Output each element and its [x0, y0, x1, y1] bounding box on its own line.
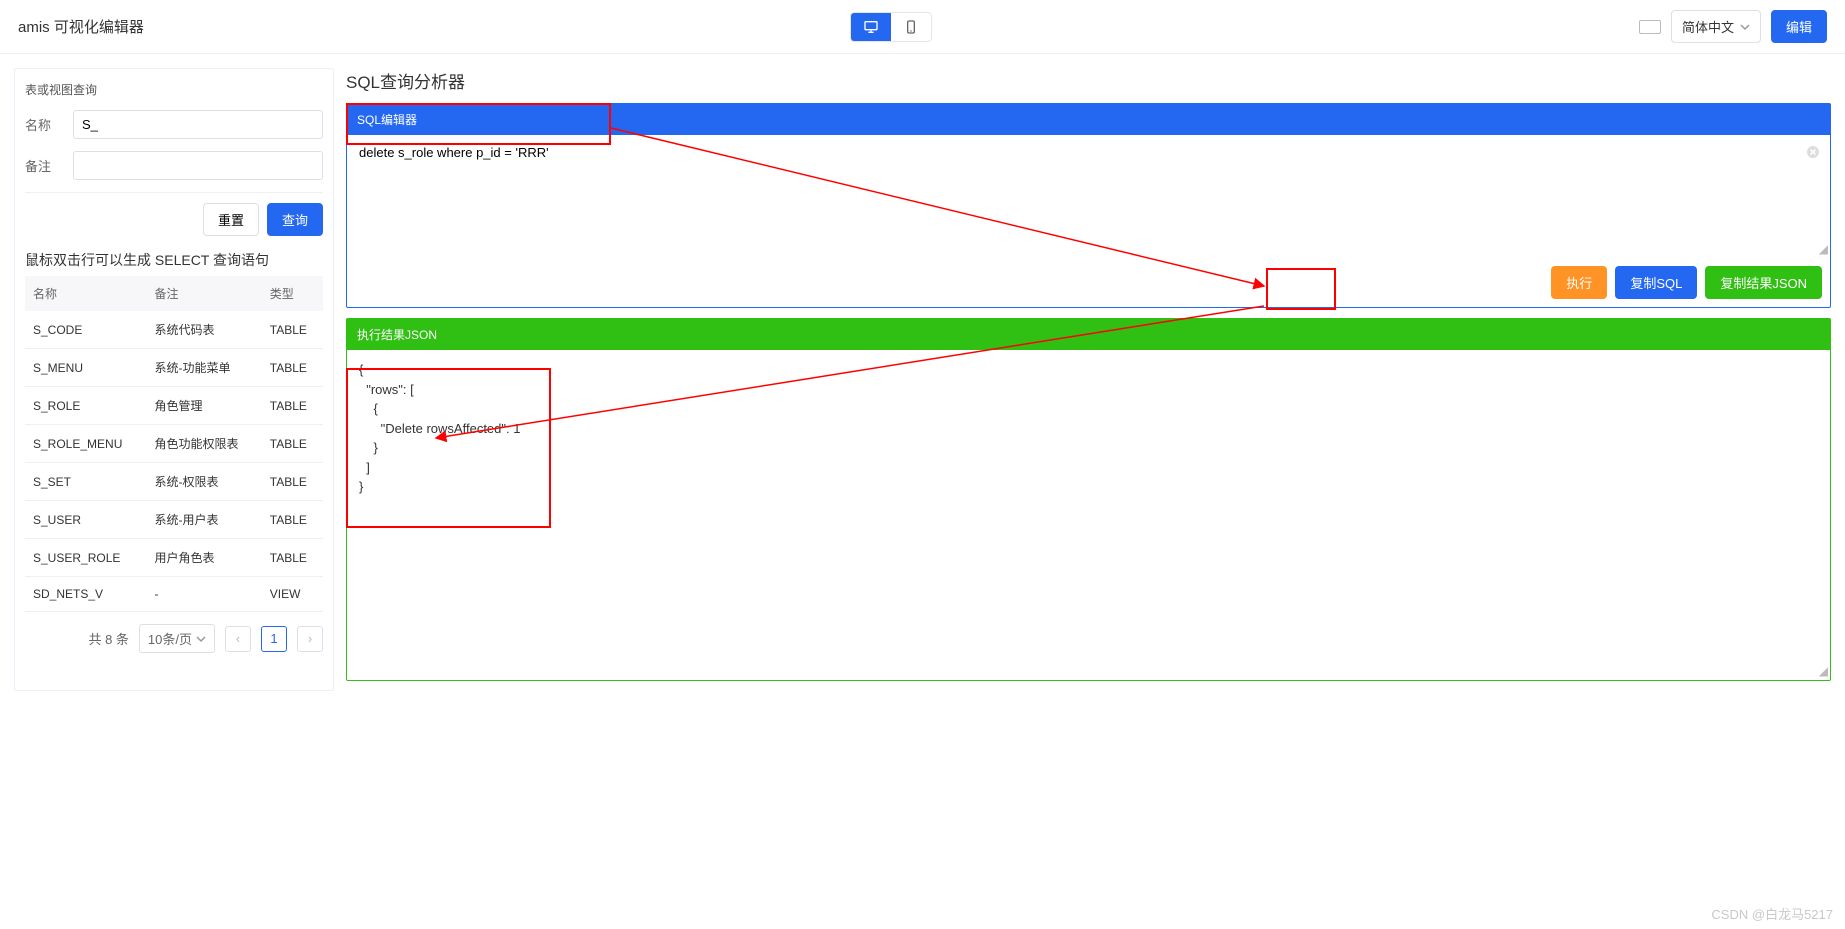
cell-name: S_ROLE: [25, 387, 146, 425]
tables-list: 名称 备注 类型 S_CODE系统代码表TABLES_MENU系统-功能菜单TA…: [25, 276, 323, 612]
table-row[interactable]: S_CODE系统代码表TABLE: [25, 311, 323, 349]
cell-remark: 用户角色表: [146, 539, 261, 577]
cell-remark: 系统-用户表: [146, 501, 261, 539]
cell-name: S_ROLE_MENU: [25, 425, 146, 463]
cell-remark: 系统-权限表: [146, 463, 261, 501]
cell-remark: 角色功能权限表: [146, 425, 261, 463]
cell-name: S_CODE: [25, 311, 146, 349]
sql-editor-header: SQL编辑器: [347, 104, 1830, 135]
chevron-down-icon: [1740, 22, 1750, 32]
table-row[interactable]: S_USER_ROLE用户角色表TABLE: [25, 539, 323, 577]
main: SQL查询分析器 SQL编辑器 ◢ 执行 复制SQL 复制结果JSON 执行结果…: [346, 68, 1831, 691]
cell-remark: 系统-功能菜单: [146, 349, 261, 387]
table-row[interactable]: S_ROLE_MENU角色功能权限表TABLE: [25, 425, 323, 463]
sidebar-buttons: 重置 查询: [25, 192, 323, 236]
page-size-label: 10条/页: [148, 629, 192, 648]
copy-sql-button[interactable]: 复制SQL: [1615, 266, 1697, 299]
mobile-icon: [903, 19, 919, 35]
keyboard-icon[interactable]: [1639, 20, 1661, 34]
name-input[interactable]: [73, 110, 323, 139]
page-size-selector[interactable]: 10条/页: [139, 624, 215, 653]
cell-type: TABLE: [262, 387, 323, 425]
cell-type: TABLE: [262, 425, 323, 463]
query-button[interactable]: 查询: [267, 203, 323, 236]
remark-label: 备注: [25, 156, 73, 175]
name-label: 名称: [25, 115, 73, 134]
monitor-icon: [863, 19, 879, 35]
remark-input[interactable]: [73, 151, 323, 180]
col-type: 类型: [262, 276, 323, 311]
sql-area: ◢: [347, 135, 1830, 258]
sql-editor-panel: SQL编辑器 ◢ 执行 复制SQL 复制结果JSON: [346, 103, 1831, 308]
cell-type: TABLE: [262, 539, 323, 577]
topbar: amis 可视化编辑器 简体中文 编辑: [0, 0, 1845, 54]
reset-button[interactable]: 重置: [203, 203, 259, 236]
cell-name: S_USER_ROLE: [25, 539, 146, 577]
col-remark: 备注: [146, 276, 261, 311]
cell-type: TABLE: [262, 463, 323, 501]
remark-row: 备注: [25, 151, 323, 180]
topbar-right: 简体中文 编辑: [1639, 10, 1827, 43]
sql-textarea[interactable]: [347, 135, 1830, 255]
edit-button[interactable]: 编辑: [1771, 10, 1827, 43]
prev-page-button[interactable]: ‹: [225, 626, 251, 652]
page-1-button[interactable]: 1: [261, 626, 287, 652]
language-selector[interactable]: 简体中文: [1671, 10, 1761, 43]
cell-remark: -: [146, 577, 261, 612]
chevron-down-icon: [196, 634, 206, 644]
layout: 表或视图查询 名称 备注 重置 查询 鼠标双击行可以生成 SELECT 查询语句…: [0, 54, 1845, 705]
name-row: 名称: [25, 110, 323, 139]
cell-type: TABLE: [262, 311, 323, 349]
copy-json-button[interactable]: 复制结果JSON: [1705, 266, 1822, 299]
cell-name: SD_NETS_V: [25, 577, 146, 612]
sidebar-title: 表或视图查询: [25, 81, 323, 98]
next-page-button[interactable]: ›: [297, 626, 323, 652]
sql-actions: 执行 复制SQL 复制结果JSON: [347, 258, 1830, 307]
cell-name: S_USER: [25, 501, 146, 539]
sidebar: 表或视图查询 名称 备注 重置 查询 鼠标双击行可以生成 SELECT 查询语句…: [14, 68, 334, 691]
cell-type: TABLE: [262, 501, 323, 539]
table-row[interactable]: S_MENU系统-功能菜单TABLE: [25, 349, 323, 387]
table-row[interactable]: S_USER系统-用户表TABLE: [25, 501, 323, 539]
desktop-view-button[interactable]: [851, 13, 891, 41]
table-header-row: 名称 备注 类型: [25, 276, 323, 311]
cell-remark: 角色管理: [146, 387, 261, 425]
pagination: 共 8 条 10条/页 ‹ 1 ›: [25, 624, 323, 653]
cell-name: S_MENU: [25, 349, 146, 387]
result-panel: 执行结果JSON { "rows": [ { "Delete rowsAffec…: [346, 318, 1831, 681]
device-switch: [850, 12, 932, 42]
clear-icon[interactable]: [1806, 145, 1820, 162]
watermark: CSDN @白龙马5217: [1711, 904, 1833, 923]
app-title: amis 可视化编辑器: [18, 16, 144, 37]
total-label: 共 8 条: [88, 629, 128, 648]
run-button[interactable]: 执行: [1551, 266, 1607, 299]
table-row[interactable]: S_ROLE角色管理TABLE: [25, 387, 323, 425]
cell-name: S_SET: [25, 463, 146, 501]
table-row[interactable]: SD_NETS_V-VIEW: [25, 577, 323, 612]
table-row[interactable]: S_SET系统-权限表TABLE: [25, 463, 323, 501]
sidebar-hint: 鼠标双击行可以生成 SELECT 查询语句: [25, 250, 323, 270]
result-json: { "rows": [ { "Delete rowsAffected": 1 }…: [347, 350, 1830, 680]
language-label: 简体中文: [1682, 17, 1734, 36]
cell-type: VIEW: [262, 577, 323, 612]
cell-type: TABLE: [262, 349, 323, 387]
close-circle-icon: [1806, 145, 1820, 159]
result-header: 执行结果JSON: [347, 319, 1830, 350]
main-title: SQL查询分析器: [346, 68, 1831, 93]
col-name: 名称: [25, 276, 146, 311]
cell-remark: 系统代码表: [146, 311, 261, 349]
mobile-view-button[interactable]: [891, 13, 931, 41]
